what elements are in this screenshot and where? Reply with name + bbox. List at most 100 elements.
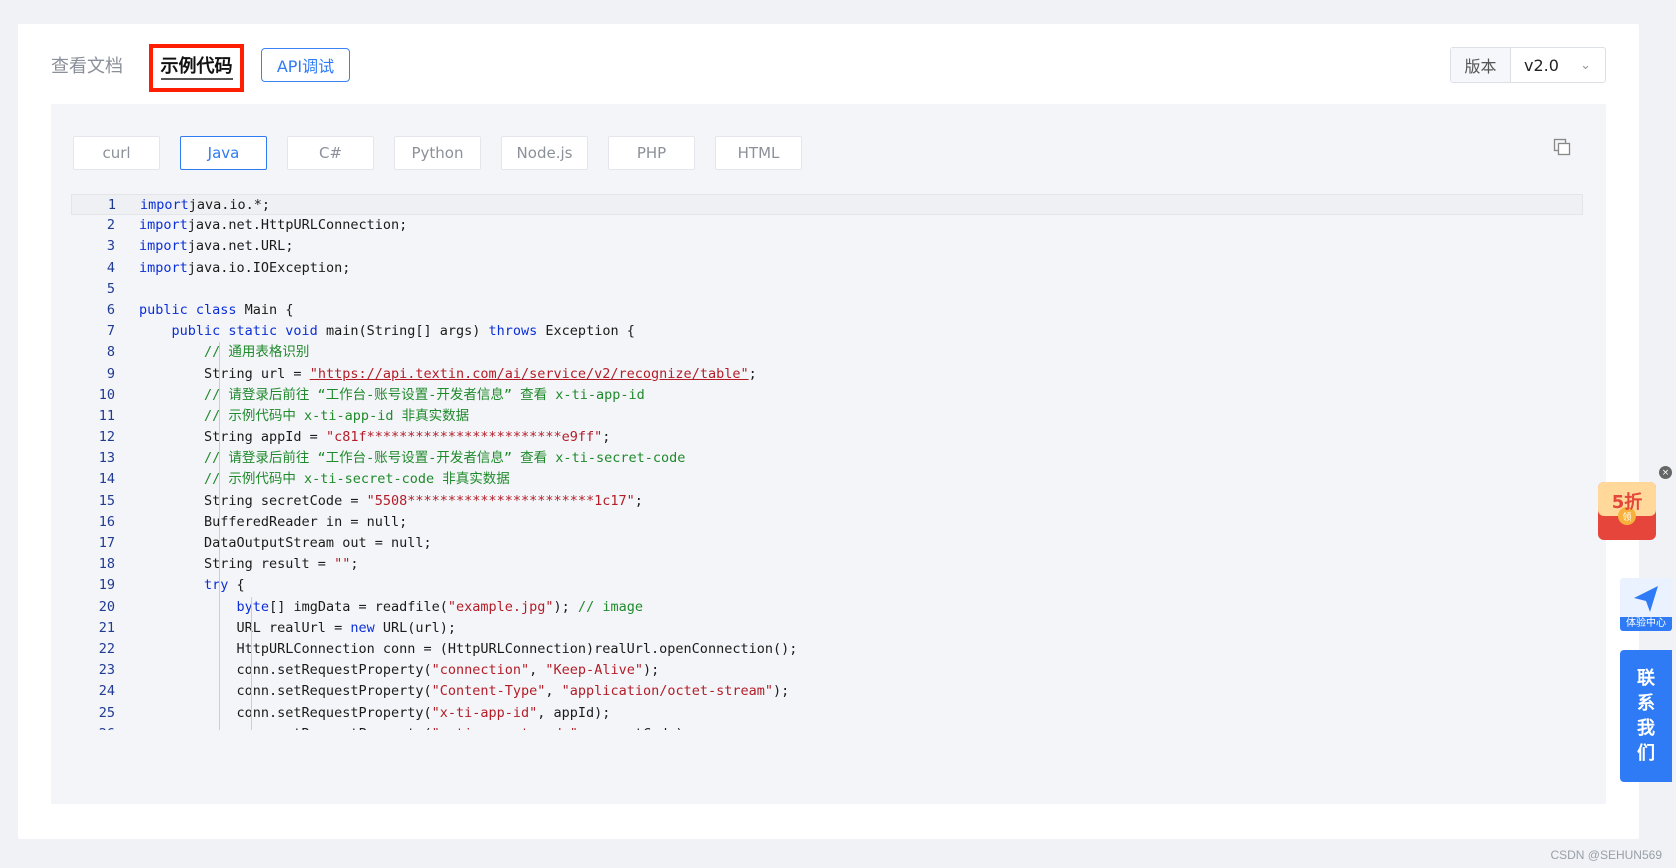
contact-us-button[interactable]: 联系我们 bbox=[1620, 650, 1672, 782]
code-token: // 请登录后前往 “工作台-账号设置-开发者信息” 查看 x-ti-secre… bbox=[204, 450, 686, 467]
line-number: 12 bbox=[98, 429, 115, 446]
discount-promo-icon[interactable]: 5折 领 bbox=[1594, 478, 1660, 544]
code-text: // 请登录后前往 “工作台-账号设置-开发者信息” 查看 x-ti-app-i… bbox=[115, 385, 645, 406]
line-number: 1 bbox=[107, 197, 116, 213]
code-token: main(String[] args) bbox=[317, 323, 489, 340]
code-line: 2 importjava.net.HttpURLConnection; bbox=[71, 215, 1583, 236]
code-text: URL realUrl = new URL(url); bbox=[115, 618, 456, 639]
line-number: 3 bbox=[106, 238, 115, 255]
code-token: "Keep-Alive" bbox=[545, 662, 643, 679]
code-text: public class Main { bbox=[115, 300, 293, 321]
code-token: java.net.HttpURLConnection; bbox=[187, 217, 408, 234]
code-text: conn.setRequestProperty("Content-Type", … bbox=[115, 681, 790, 702]
code-line: 26 conn.setRequestProperty("x-ti-secret-… bbox=[71, 724, 1583, 730]
tab-bar: 查看文档 示例代码 API调试 bbox=[18, 24, 1639, 104]
language-tab[interactable]: PHP bbox=[608, 136, 695, 170]
code-line: 8 // 通用表格识别 bbox=[71, 342, 1583, 363]
code-token: URL(url); bbox=[374, 619, 456, 636]
code-text: conn.setRequestProperty("connection", "K… bbox=[115, 660, 660, 681]
contact-us-char: 们 bbox=[1637, 743, 1655, 764]
code-token: public class bbox=[139, 301, 237, 318]
line-number: 9 bbox=[106, 365, 115, 382]
code-token: , bbox=[529, 662, 546, 679]
code-token: { bbox=[228, 577, 245, 594]
code-text: try { bbox=[115, 575, 245, 596]
code-token: conn.setRequestProperty( bbox=[139, 683, 432, 700]
line-number: 26 bbox=[71, 724, 115, 730]
code-text: String secretCode = "5508***************… bbox=[115, 491, 643, 512]
line-number: 7 bbox=[106, 323, 115, 340]
code-token: , bbox=[545, 683, 562, 700]
promo-close-icon[interactable]: × bbox=[1659, 466, 1672, 479]
language-tab[interactable]: Python bbox=[394, 136, 481, 170]
code-token: ; bbox=[602, 429, 611, 446]
main-card: 查看文档 示例代码 API调试 版本 v2.0 ⌄ curl Java C# Pyth… bbox=[18, 24, 1639, 839]
indent-guide bbox=[219, 342, 220, 730]
version-label: 版本 bbox=[1451, 48, 1511, 82]
language-tab[interactable]: HTML bbox=[715, 136, 802, 170]
code-token: String appId = bbox=[139, 429, 326, 446]
line-number: 5 bbox=[106, 280, 115, 297]
code-token: conn.setRequestProperty( bbox=[139, 704, 432, 721]
code-line: 20 byte[] imgData = readfile("example.jp… bbox=[71, 597, 1583, 618]
line-number: 10 bbox=[98, 386, 115, 403]
code-text: String result = ""; bbox=[115, 554, 358, 575]
contact-us-char: 联 bbox=[1637, 668, 1655, 689]
code-token: import bbox=[139, 217, 188, 234]
code-token: "example.jpg" bbox=[447, 598, 554, 615]
tab-api-debug[interactable]: API调试 bbox=[261, 48, 350, 82]
code-token: , secretCode); bbox=[578, 726, 692, 730]
code-line: 16 BufferedReader in = null; bbox=[71, 512, 1583, 533]
language-tab[interactable]: Java bbox=[180, 136, 267, 170]
code-token: // image bbox=[577, 598, 643, 615]
code-token: Main { bbox=[236, 301, 294, 318]
language-tab[interactable]: C# bbox=[287, 136, 374, 170]
code-text: String appId = "c81f********************… bbox=[115, 427, 610, 448]
code-text: importjava.net.HttpURLConnection; bbox=[115, 215, 407, 236]
code-token: "application/octet-stream" bbox=[561, 683, 773, 700]
code-token: ); bbox=[773, 683, 790, 700]
line-number: 18 bbox=[98, 556, 115, 573]
tab-example-code[interactable]: 示例代码 bbox=[149, 44, 244, 92]
code-line: 3 importjava.net.URL; bbox=[71, 236, 1583, 257]
line-number: 8 bbox=[106, 344, 115, 361]
code-token: // 示例代码中 x-ti-app-id 非真实数据 bbox=[204, 407, 470, 424]
code-text: HttpURLConnection conn = (HttpURLConnect… bbox=[115, 639, 798, 660]
code-text: // 示例代码中 x-ti-secret-code 非真实数据 bbox=[115, 469, 510, 490]
code-line: 24 conn.setRequestProperty("Content-Type… bbox=[71, 681, 1583, 702]
code-line: 4 importjava.io.IOException; bbox=[71, 258, 1583, 279]
code-token: java.io.IOException; bbox=[187, 259, 351, 276]
code-editor[interactable]: 1 importjava.io.*; 2 importjava.net.HttpURL… bbox=[71, 194, 1583, 730]
code-line: 25 conn.setRequestProperty("x-ti-app-id"… bbox=[71, 703, 1583, 724]
code-line: 17 DataOutputStream out = null; bbox=[71, 533, 1583, 554]
copy-icon[interactable] bbox=[1553, 138, 1571, 156]
code-token: java.io.*; bbox=[188, 197, 271, 213]
language-tab[interactable]: curl bbox=[73, 136, 160, 170]
code-panel: curl Java C# Python Node.js PHP HTML 1 importja… bbox=[51, 104, 1606, 804]
language-tab[interactable]: Node.js bbox=[501, 136, 588, 170]
experience-center-button[interactable]: 体验中心 bbox=[1620, 578, 1672, 631]
chevron-down-icon: ⌄ bbox=[1580, 57, 1591, 73]
code-token: String secretCode = bbox=[139, 492, 367, 509]
code-token: // 示例代码中 x-ti-secret-code 非真实数据 bbox=[204, 471, 510, 488]
code-token: import bbox=[139, 259, 188, 276]
version-dropdown[interactable]: v2.0 ⌄ bbox=[1511, 48, 1605, 82]
line-number: 15 bbox=[98, 492, 115, 509]
code-line: 22 HttpURLConnection conn = (HttpURLConn… bbox=[71, 639, 1583, 660]
line-number: 25 bbox=[98, 704, 115, 721]
tab-view-docs[interactable]: 查看文档 bbox=[51, 52, 123, 78]
experience-center-label: 体验中心 bbox=[1620, 617, 1672, 631]
code-token: java.net.URL; bbox=[187, 238, 294, 255]
line-number: 2 bbox=[106, 217, 115, 234]
code-token: [] imgData = readfile( bbox=[269, 598, 448, 615]
line-number: 21 bbox=[98, 619, 115, 636]
code-text: BufferedReader in = null; bbox=[115, 512, 407, 533]
version-selector[interactable]: 版本 v2.0 ⌄ bbox=[1450, 47, 1606, 83]
code-text: // 请登录后前往 “工作台-账号设置-开发者信息” 查看 x-ti-secre… bbox=[115, 448, 685, 469]
code-line: 1 importjava.io.*; bbox=[71, 194, 1583, 216]
